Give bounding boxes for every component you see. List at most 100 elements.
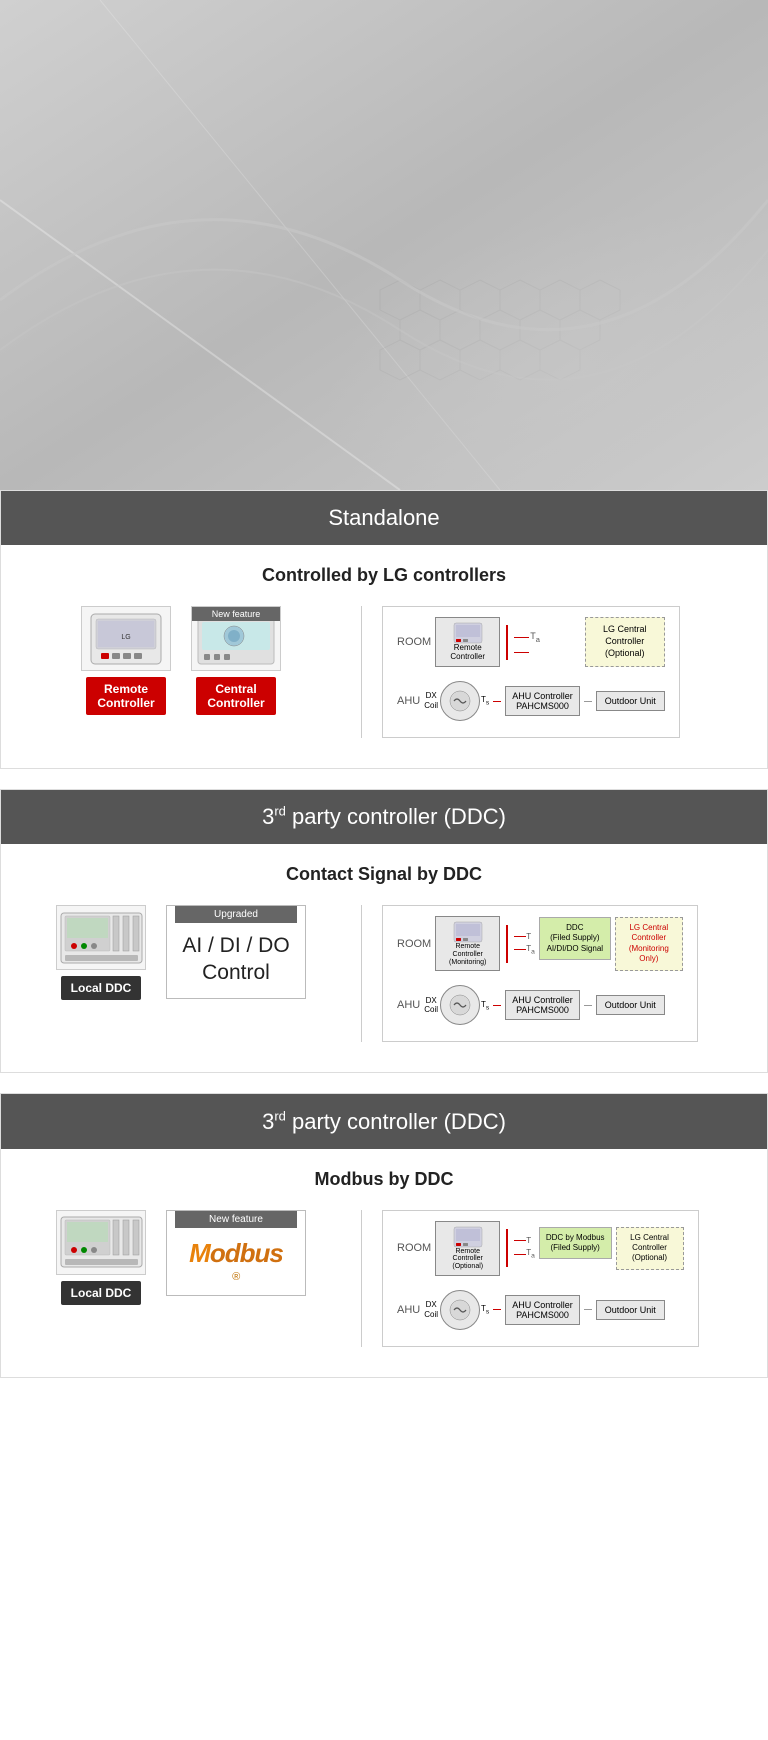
ddc1-left: Local DDC Upgraded AI / DI / DOControl	[31, 905, 351, 1000]
ddc1-room-row: ROOM RemoteController(Monitoring) T	[397, 916, 683, 971]
ddc2-t-line: T	[514, 1236, 535, 1245]
ddc2-vert-line	[506, 1229, 508, 1267]
ddc1-dx-area: DXCoil Ts	[424, 985, 489, 1025]
ddc2-right-boxes: DDC by Modbus(Filed Supply) LG CentralCo…	[539, 1227, 684, 1270]
new-feature-badge-modbus: New feature	[175, 1211, 297, 1228]
dx-label-text: DXCoil	[424, 691, 438, 710]
section-divider	[361, 606, 362, 738]
standalone-subtitle: Controlled by LG controllers	[31, 565, 737, 586]
ai-di-do-text: AI / DI / DOControl	[182, 933, 289, 986]
ddc1-content: Local DDC Upgraded AI / DI / DOControl	[31, 905, 737, 1042]
ddc2-left: Local DDC New feature Modbus ®	[31, 1210, 351, 1305]
ddc2-header: 3rd party controller (DDC)	[1, 1094, 767, 1148]
ddc2-subtitle: Modbus by DDC	[31, 1169, 737, 1190]
ddc1-ahu-row: AHU DXCoil Ts AHU ControllerPAHCMS000	[397, 985, 683, 1025]
ddc2-ahu-controller: AHU ControllerPAHCMS000	[505, 1295, 580, 1325]
ddc2-title: 3rd party controller (DDC)	[262, 1109, 506, 1134]
new-feature-badge: New feature	[192, 607, 280, 621]
ddc1-t-line: T	[514, 932, 535, 941]
ddc2-dx-area: DXCoil Ts	[424, 1290, 489, 1330]
ddc1-title: 3rd party controller (DDC)	[262, 804, 506, 829]
ddc1-ta-line: Ta	[514, 944, 535, 956]
modbus-box: New feature Modbus ®	[166, 1210, 306, 1296]
standalone-content: LG RemoteController	[31, 606, 737, 738]
modbus-logo: Modbus	[189, 1238, 283, 1269]
upgraded-ai-box: Upgraded AI / DI / DOControl	[166, 905, 306, 999]
dx-area: DXCoil Ts	[424, 681, 489, 721]
ddc1-devices: Local DDC Upgraded AI / DI / DOControl	[56, 905, 306, 1000]
ddc2-content: Local DDC New feature Modbus ®	[31, 1210, 737, 1347]
local-ddc-label: Local DDC	[61, 976, 142, 1000]
ddc1-ahu-controller: AHU ControllerPAHCMS000	[505, 990, 580, 1020]
bottom-spacer	[0, 1378, 768, 1408]
room-label: ROOM	[397, 635, 431, 649]
ddc1-dx-coil	[440, 985, 480, 1025]
ddc1-vert-line	[506, 925, 508, 963]
remote-controller-svg: LG	[86, 609, 166, 669]
upgraded-ai-item: Upgraded AI / DI / DOControl	[166, 905, 306, 999]
ddc2-local-ddc-label: Local DDC	[61, 1281, 142, 1305]
vert-line-1	[506, 625, 508, 660]
ddc1-section: 3rd party controller (DDC) Contact Signa…	[0, 789, 768, 1073]
ddc1-conn-line	[493, 1005, 501, 1006]
ddc2-inner: Modbus by DDC	[1, 1149, 767, 1377]
ddc1-room-label: ROOM	[397, 937, 431, 951]
ddc-svg	[59, 908, 144, 968]
standalone-ahu-row: AHU DXCoil Ts AHU ControllerPAHCM	[397, 681, 665, 721]
ahu-controller-box: AHU ControllerPAHCMS000	[505, 686, 580, 716]
outdoor-unit-box: Outdoor Unit	[596, 691, 665, 711]
ddc1-conn-line2	[584, 1005, 592, 1006]
ddc1-right-boxes: DDC(Filed Supply)AI/DI/DO Signal LG Cent…	[539, 917, 683, 971]
ddc1-header: 3rd party controller (DDC)	[1, 790, 767, 844]
ddc2-diag-container: ROOM RemoteController(Optional) T	[382, 1210, 699, 1347]
ddc1-subtitle: Contact Signal by DDC	[31, 864, 737, 885]
standalone-room-row: ROOM RemoteController Ta	[397, 617, 665, 667]
blank-line	[514, 652, 540, 653]
standalone-section: Standalone Controlled by LG controllers …	[0, 490, 768, 769]
standalone-devices: LG RemoteController	[81, 606, 281, 715]
central-controller-svg	[196, 616, 276, 676]
modbus-rest: odbus	[210, 1238, 283, 1268]
standalone-left: LG RemoteController	[31, 606, 351, 715]
hero-background	[0, 0, 768, 490]
ddc1-side-lines: T Ta	[514, 932, 535, 956]
ddc2-diag-remote-ctrl: RemoteController(Optional)	[435, 1221, 500, 1276]
ddc2-side-lines: T Ta	[514, 1236, 535, 1260]
ddc2-section: 3rd party controller (DDC) Modbus by DDC	[0, 1093, 768, 1377]
standalone-header: Standalone	[1, 491, 767, 545]
ddc2-svg	[59, 1212, 144, 1272]
ts-label: Ts	[481, 695, 489, 708]
ddc-modbus-box: DDC by Modbus(Filed Supply)	[539, 1227, 612, 1260]
ddc2-rc-label: RemoteController(Optional)	[452, 1248, 483, 1271]
ddc2-divider	[361, 1210, 362, 1347]
ddc1-ts-label: Ts	[481, 1000, 489, 1012]
ddc2-room-label: ROOM	[397, 1241, 431, 1255]
ddc1-dx-label: DXCoil	[424, 996, 438, 1015]
side-lines: Ta	[514, 631, 540, 653]
central-controller-label: CentralController	[196, 677, 276, 715]
lg-central-box: LG CentralController(Optional)	[585, 617, 665, 666]
ddc2-dx-label: DXCoil	[424, 1300, 438, 1319]
standalone-diagram: ROOM RemoteController Ta	[372, 606, 737, 738]
dx-coil-circle	[440, 681, 480, 721]
ahu-label: AHU	[397, 694, 420, 708]
remote-controller-image: LG	[81, 606, 171, 671]
ddc2-lg-central-box: LG CentralController(Optional)	[616, 1227, 684, 1270]
ddc2-conn-line2	[584, 1309, 592, 1310]
ta-line: Ta	[514, 631, 540, 644]
standalone-diag-container: ROOM RemoteController Ta	[382, 606, 680, 738]
ddc1-diagram: ROOM RemoteController(Monitoring) T	[372, 905, 737, 1042]
ddc-supply-box: DDC(Filed Supply)AI/DI/DO Signal	[539, 917, 611, 960]
ddc2-ts-label: Ts	[481, 1304, 489, 1316]
ddc2-local-ddc-image	[56, 1210, 146, 1275]
upgraded-badge: Upgraded	[175, 906, 297, 923]
ddc1-outdoor-unit: Outdoor Unit	[596, 995, 665, 1015]
ddc1-diag-container: ROOM RemoteController(Monitoring) T	[382, 905, 698, 1042]
diag-remote-ctrl: RemoteController	[435, 617, 500, 667]
ddc2-ta-line: Ta	[514, 1248, 535, 1260]
ddc2-outdoor-unit: Outdoor Unit	[596, 1300, 665, 1320]
remote-controller-item: LG RemoteController	[81, 606, 171, 715]
central-controller-item: New feature	[191, 606, 281, 715]
ddc2-ahu-label: AHU	[397, 1303, 420, 1317]
local-ddc-image	[56, 905, 146, 970]
